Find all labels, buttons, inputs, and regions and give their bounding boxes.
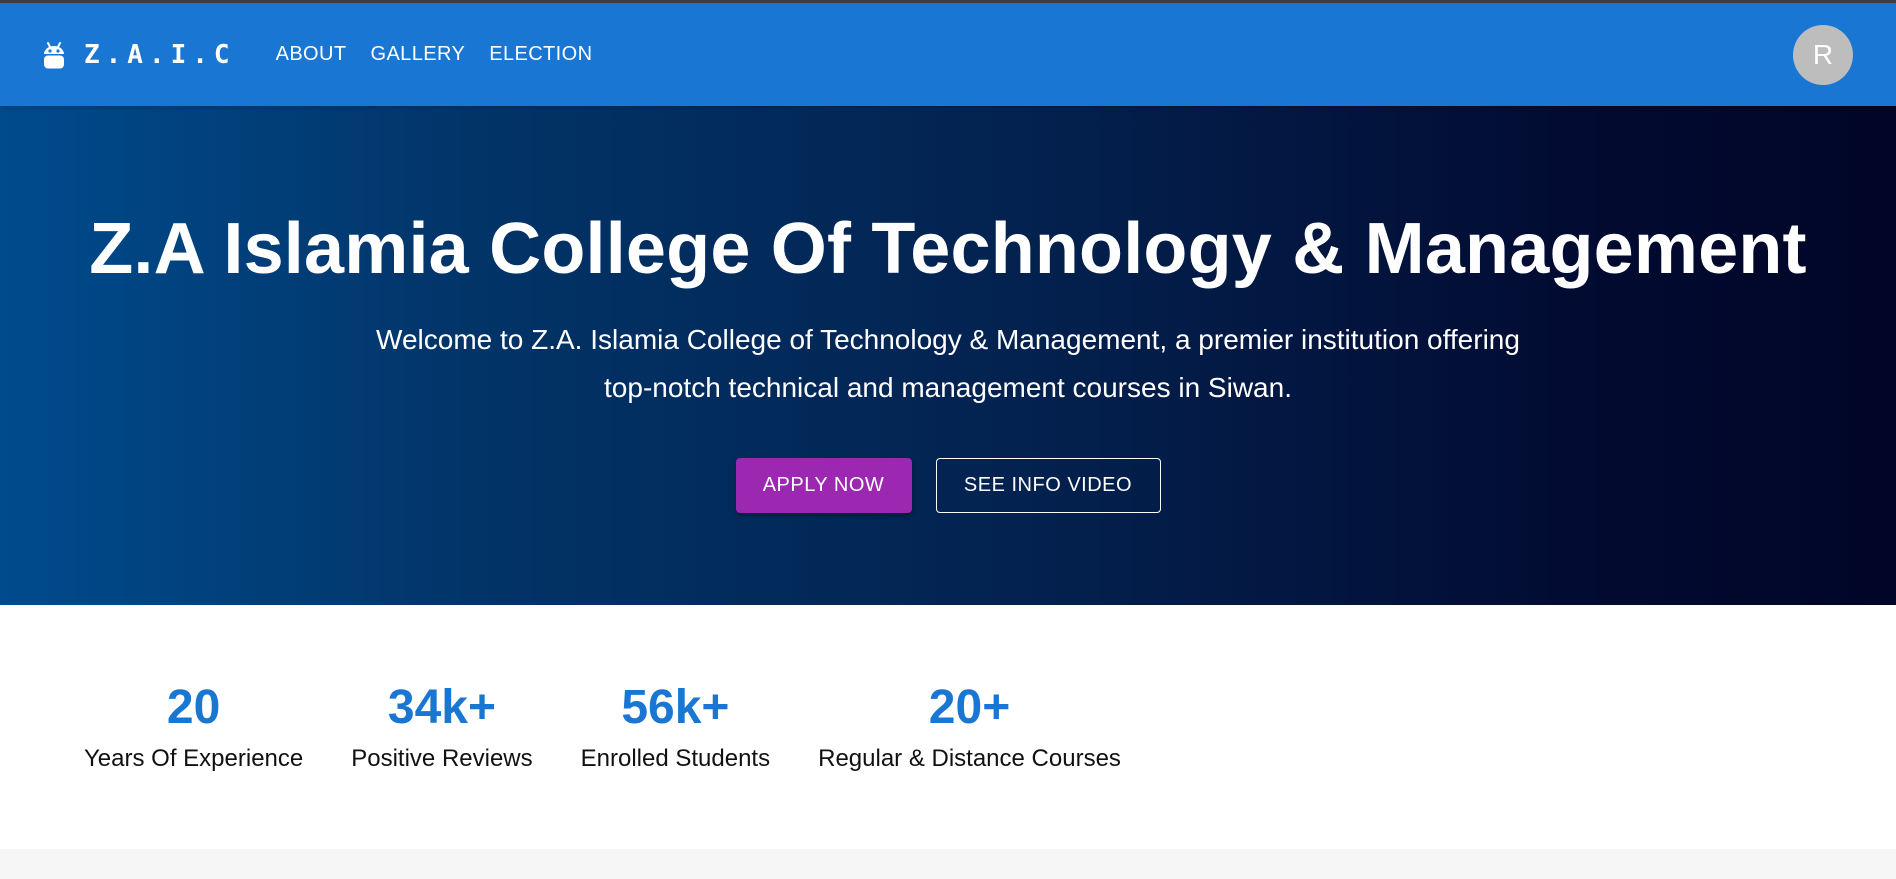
stat-item: 56k+ Enrolled Students — [581, 680, 770, 849]
stat-label: Years Of Experience — [84, 745, 304, 772]
brand-link[interactable]: Z.A.I.C — [42, 39, 236, 71]
hero-actions: APPLY NOW SEE INFO VIDEO — [735, 458, 1161, 513]
stat-label: Regular & Distance Courses — [818, 745, 1121, 772]
app-bar: Z.A.I.C ABOUT GALLERY ELECTION R — [0, 3, 1896, 106]
stat-item: 20 Years Of Experience — [84, 680, 303, 849]
next-section-edge — [0, 849, 1896, 879]
hero-title: Z.A Islamia College Of Technology & Mana… — [89, 209, 1807, 289]
android-icon — [42, 39, 66, 71]
user-avatar[interactable]: R — [1793, 25, 1853, 85]
stat-value: 20+ — [928, 681, 1011, 734]
stat-value: 56k+ — [621, 681, 730, 734]
stat-item: 20+ Regular & Distance Courses — [818, 680, 1121, 849]
stat-label: Positive Reviews — [351, 745, 533, 772]
nav-election[interactable]: ELECTION — [477, 35, 604, 74]
nav-about[interactable]: ABOUT — [264, 35, 359, 74]
stat-value: 20 — [166, 681, 221, 734]
stats-section: 20 Years Of Experience 34k+ Positive Rev… — [0, 605, 1896, 849]
stat-item: 34k+ Positive Reviews — [351, 680, 532, 849]
stat-label: Enrolled Students — [580, 745, 771, 772]
brand-name: Z.A.I.C — [84, 39, 236, 70]
stat-value: 34k+ — [387, 681, 496, 734]
apply-now-button[interactable]: APPLY NOW — [735, 458, 912, 513]
see-info-video-button[interactable]: SEE INFO VIDEO — [935, 458, 1161, 513]
hero-description: Welcome to Z.A. Islamia College of Techn… — [376, 324, 1520, 403]
main-nav: ABOUT GALLERY ELECTION — [264, 35, 605, 74]
hero-section: Z.A Islamia College Of Technology & Mana… — [0, 106, 1896, 605]
nav-gallery[interactable]: GALLERY — [358, 35, 477, 74]
